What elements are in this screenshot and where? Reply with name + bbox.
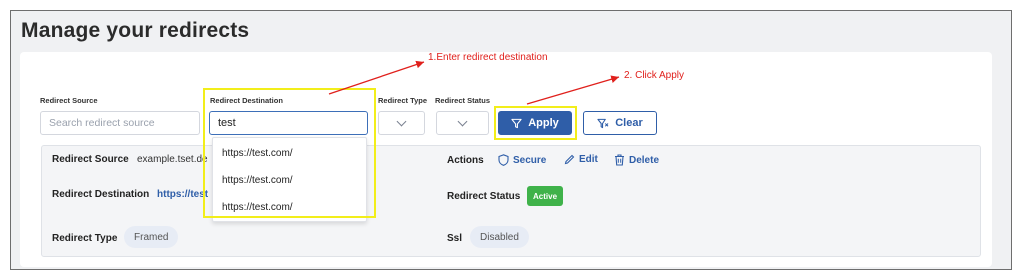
arrow-step1 <box>328 60 425 95</box>
annotation-arrows <box>328 60 620 105</box>
arrow-step2 <box>526 75 620 105</box>
